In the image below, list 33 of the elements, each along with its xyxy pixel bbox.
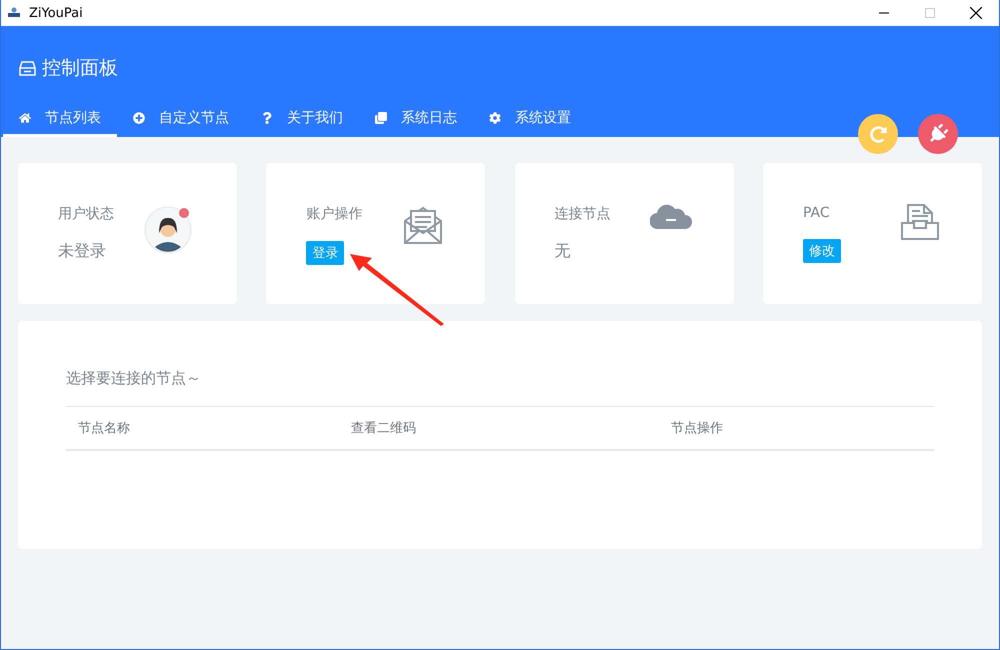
plug-button[interactable]	[918, 114, 958, 154]
column-header: 查看二维码	[351, 420, 417, 437]
card-action-button[interactable]: 修改	[802, 239, 841, 263]
column-header: 节点名称	[78, 420, 131, 437]
nav-tab[interactable]: 关于我们	[245, 101, 359, 137]
card-label: 用户状态	[58, 205, 115, 223]
column-header: 节点操作	[671, 420, 724, 437]
nav-tab[interactable]: 节点列表	[3, 101, 117, 137]
plus-icon	[133, 112, 145, 124]
nav-tab[interactable]: 系统日志	[359, 101, 473, 137]
window-title: ZiYouPai	[29, 6, 83, 20]
home-icon	[19, 112, 31, 124]
panel-title: 控制面板	[42, 56, 118, 81]
app-logo-icon	[7, 7, 21, 19]
card-label: 连接节点	[554, 205, 612, 223]
cloud-icon	[650, 203, 692, 229]
card-action-button[interactable]: 登录	[306, 241, 344, 265]
question-icon	[261, 112, 273, 124]
card-label: 账户操作	[306, 205, 364, 223]
card-value: 未登录	[58, 241, 107, 262]
drive-icon	[19, 60, 36, 76]
copy-icon	[375, 112, 387, 124]
panel-heading: 选择要连接的节点～	[66, 369, 934, 407]
card-label: PAC	[802, 205, 831, 221]
inbox-icon	[900, 203, 940, 241]
nav-tab[interactable]: 系统设置	[473, 101, 587, 137]
nav-tab[interactable]: 自定义节点	[117, 101, 245, 137]
card-value: 无	[554, 241, 572, 262]
settings-icon	[489, 112, 501, 124]
refresh-icon	[870, 126, 886, 142]
refresh-button[interactable]	[858, 114, 898, 154]
maximize-icon	[925, 8, 935, 18]
close-icon	[970, 7, 982, 19]
